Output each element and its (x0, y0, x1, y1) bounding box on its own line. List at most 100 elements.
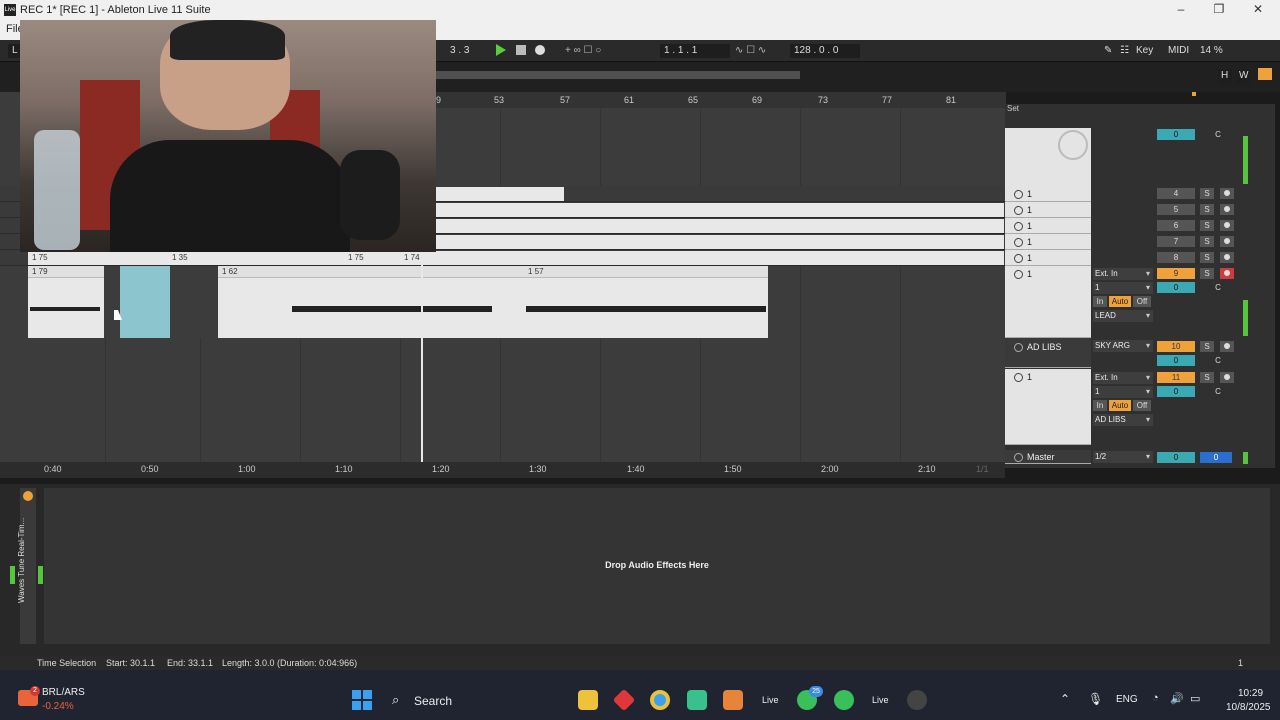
stop-icon[interactable] (516, 45, 526, 55)
track-play-icon[interactable] (1014, 254, 1023, 264)
track-name[interactable]: 1 (1005, 186, 1091, 202)
tempo-display[interactable]: 128 . 0 . 0 (790, 44, 860, 58)
track-number[interactable]: 7 (1157, 236, 1195, 247)
track-number[interactable]: 5 (1157, 204, 1195, 215)
monitor-off-button[interactable]: Off (1133, 296, 1151, 307)
close-icon[interactable]: ✕ (1243, 2, 1273, 18)
master-play-icon[interactable] (1014, 453, 1023, 463)
master-pan[interactable]: 0 (1200, 452, 1232, 463)
live-taskbar-icon[interactable]: Live (762, 695, 779, 705)
input-type-select[interactable]: Ext. In (1093, 268, 1153, 280)
audio-clip[interactable] (436, 219, 1004, 233)
arm-button[interactable] (1220, 220, 1234, 231)
wifi-icon[interactable]: ◔ (1152, 692, 1159, 704)
track-play-icon[interactable] (1014, 206, 1023, 216)
track-volume[interactable]: 0 (1157, 386, 1195, 397)
microphone-icon[interactable]: 🎙 (1088, 692, 1103, 706)
fl-studio-icon[interactable] (723, 690, 743, 710)
audio-clip[interactable] (436, 235, 1004, 249)
track-pan[interactable]: C (1200, 129, 1236, 140)
device-title[interactable]: Waves Tune Real-Tim... (17, 500, 39, 620)
position-display[interactable]: 1 . 1 . 1 (660, 44, 730, 58)
tray-chevron-icon[interactable]: ⌃ (1060, 692, 1070, 706)
track-name[interactable]: 1 (1005, 250, 1091, 266)
live-active-icon[interactable]: Live (872, 695, 889, 705)
group-output-select[interactable]: SKY ARG (1093, 340, 1153, 352)
solo-button[interactable]: S (1200, 204, 1214, 215)
overview-region[interactable] (436, 71, 800, 79)
solo-button[interactable]: S (1200, 268, 1214, 279)
time-ruler[interactable]: 0:40 0:50 1:00 1:10 1:20 1:30 1:40 1:50 … (0, 462, 1005, 478)
arm-button[interactable] (1220, 268, 1234, 279)
arm-button[interactable] (1220, 188, 1234, 199)
arm-button[interactable] (1220, 252, 1234, 263)
adlibs-track-header[interactable]: 1 (1005, 369, 1091, 445)
key-map-button[interactable]: Key (1136, 45, 1153, 56)
monitor-off-button[interactable]: Off (1133, 400, 1151, 411)
track-number[interactable]: 4 (1157, 188, 1195, 199)
input-channel-select[interactable]: 1 (1093, 386, 1153, 398)
windows-start-icon[interactable] (352, 690, 372, 710)
clip-header[interactable]: 1 57 (524, 266, 768, 278)
solo-button[interactable]: S (1200, 372, 1214, 383)
spotify-icon[interactable] (834, 690, 854, 710)
group-fold-icon[interactable] (1014, 343, 1023, 353)
record-icon[interactable] (535, 45, 545, 55)
arm-button[interactable] (1220, 236, 1234, 247)
track-row[interactable]: 1 75 1 35 1 75 1 74 (0, 250, 1005, 266)
track-number[interactable]: 9 (1157, 268, 1195, 279)
track-name[interactable]: 1 (1005, 218, 1091, 234)
track-play-icon[interactable] (1014, 222, 1023, 232)
track-pan[interactable]: C (1200, 355, 1236, 366)
language-indicator[interactable]: ENG (1116, 694, 1138, 705)
track-play-icon[interactable] (1014, 190, 1023, 200)
minimize-icon[interactable]: – (1166, 2, 1196, 18)
input-channel-select[interactable]: 1 (1093, 282, 1153, 294)
output-select[interactable]: AD LIBS (1093, 414, 1153, 426)
maximize-icon[interactable]: ❐ (1204, 2, 1234, 18)
media-player-icon[interactable] (907, 690, 927, 710)
monitor-auto-button[interactable]: Auto (1109, 296, 1131, 307)
file-explorer-icon[interactable] (578, 690, 598, 710)
track-pan[interactable]: C (1200, 282, 1236, 293)
track-volume[interactable]: 0 (1157, 282, 1195, 293)
chrome-icon[interactable] (650, 690, 670, 710)
track-play-icon[interactable] (1014, 238, 1023, 248)
monitor-auto-button[interactable]: Auto (1109, 400, 1131, 411)
track-number[interactable]: 8 (1157, 252, 1195, 263)
monitor-in-button[interactable]: In (1093, 296, 1107, 307)
track-number[interactable]: 6 (1157, 220, 1195, 231)
track-number[interactable]: 11 (1157, 372, 1195, 383)
clip-header[interactable]: 1 79 (28, 266, 104, 278)
solo-button[interactable]: S (1200, 188, 1214, 199)
input-type-select[interactable]: Ext. In (1093, 372, 1153, 384)
arm-button[interactable] (1220, 341, 1234, 352)
lead-track-header[interactable]: 1 (1005, 266, 1091, 338)
audio-clip[interactable] (436, 203, 1004, 217)
master-output-select[interactable]: 1/2 (1093, 451, 1153, 463)
track-fold-icon[interactable] (1014, 373, 1023, 383)
time-selection[interactable] (120, 266, 170, 338)
audio-clip[interactable] (436, 187, 564, 201)
adlibs-group-header[interactable]: AD LIBS (1005, 338, 1091, 368)
arm-button[interactable] (1220, 204, 1234, 215)
midi-map-button[interactable]: MIDI (1168, 45, 1189, 56)
overdub-icon[interactable]: + ∞ ☐ ○ (565, 45, 601, 56)
arm-button[interactable] (1220, 372, 1234, 383)
battery-icon[interactable]: ▭ (1190, 692, 1200, 705)
clip-header[interactable]: 1 62 (218, 266, 524, 278)
master-track-header[interactable]: Master (1005, 450, 1091, 464)
signature-display[interactable]: 3 . 3 (450, 45, 469, 56)
solo-button[interactable]: S (1200, 220, 1214, 231)
solo-button[interactable]: S (1200, 252, 1214, 263)
draw-mode-icon[interactable]: ✎ (1104, 45, 1112, 56)
ticker-symbol[interactable]: BRL/ARS (42, 687, 85, 698)
track-number[interactable]: 10 (1157, 341, 1195, 352)
master-volume[interactable]: 0 (1157, 452, 1195, 463)
loop-icons[interactable]: ∿ ☐ ∿ (735, 45, 766, 56)
volume-icon[interactable]: 🔊 (1170, 692, 1184, 705)
h-button[interactable]: H (1218, 69, 1232, 83)
track-volume[interactable]: 0 (1157, 355, 1195, 366)
track-volume[interactable]: 0 (1157, 129, 1195, 140)
w-button[interactable]: W (1236, 69, 1250, 83)
